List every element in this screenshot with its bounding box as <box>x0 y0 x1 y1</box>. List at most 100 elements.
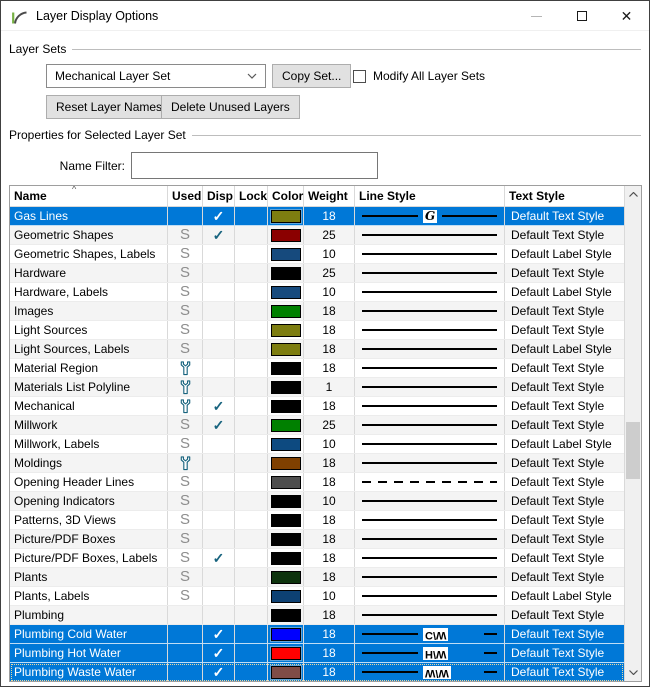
lock-toggle-cell[interactable] <box>235 568 268 586</box>
table-row[interactable]: Plumbing Waste Water ✓ 18 W/W Default Text S… <box>10 663 624 681</box>
text-style-cell[interactable]: Default Text Style <box>505 663 624 681</box>
column-header-name[interactable]: Name ^ <box>10 186 168 206</box>
text-style-cell[interactable]: Default Text Style <box>505 644 624 662</box>
layer-name-cell[interactable]: Millwork, Labels <box>10 435 168 453</box>
line-style-cell[interactable] <box>355 530 505 548</box>
display-toggle-cell[interactable] <box>203 435 235 453</box>
weight-cell[interactable]: 10 <box>304 283 355 301</box>
lock-toggle-cell[interactable] <box>235 625 268 643</box>
text-style-cell[interactable]: Default Text Style <box>505 302 624 320</box>
display-toggle-cell[interactable] <box>203 245 235 263</box>
text-style-cell[interactable]: Default Label Style <box>505 283 624 301</box>
text-style-cell[interactable]: Default Label Style <box>505 245 624 263</box>
color-cell[interactable] <box>268 340 304 358</box>
text-style-cell[interactable]: Default Text Style <box>505 549 624 567</box>
display-toggle-cell[interactable]: ✓ <box>203 644 235 662</box>
line-style-cell[interactable] <box>355 511 505 529</box>
line-style-cell[interactable] <box>355 473 505 491</box>
layer-name-cell[interactable]: Geometric Shapes <box>10 226 168 244</box>
line-style-cell[interactable] <box>355 397 505 415</box>
line-style-cell[interactable] <box>355 378 505 396</box>
weight-cell[interactable]: 10 <box>304 492 355 510</box>
table-row[interactable]: Moldings 18 Default Text Style <box>10 454 624 473</box>
column-header-line-style[interactable]: Line Style <box>355 186 505 206</box>
text-style-cell[interactable]: Default Label Style <box>505 435 624 453</box>
text-style-cell[interactable]: Default Text Style <box>505 359 624 377</box>
line-style-cell[interactable] <box>355 549 505 567</box>
text-style-cell[interactable]: Default Text Style <box>505 397 624 415</box>
display-toggle-cell[interactable]: ✓ <box>203 207 235 225</box>
weight-cell[interactable]: 18 <box>304 321 355 339</box>
color-swatch[interactable] <box>270 589 301 603</box>
lock-toggle-cell[interactable] <box>235 492 268 510</box>
text-style-cell[interactable]: Default Text Style <box>505 226 624 244</box>
text-style-cell[interactable]: Default Label Style <box>505 587 624 605</box>
line-style-cell[interactable] <box>355 435 505 453</box>
table-row[interactable]: Opening Indicators S 10 Default Text Style <box>10 492 624 511</box>
lock-toggle-cell[interactable] <box>235 454 268 472</box>
table-row[interactable]: Light Sources, Labels S 18 Default Label St… <box>10 340 624 359</box>
display-toggle-cell[interactable]: ✓ <box>203 416 235 434</box>
scroll-up-button[interactable] <box>625 186 641 203</box>
minimize-button[interactable] <box>514 1 559 31</box>
line-style-cell[interactable]: C/W <box>355 625 505 643</box>
color-cell[interactable] <box>268 606 304 624</box>
text-style-cell[interactable]: Default Text Style <box>505 606 624 624</box>
color-cell[interactable] <box>268 511 304 529</box>
text-style-cell[interactable]: Default Text Style <box>505 378 624 396</box>
line-style-cell[interactable]: H/W <box>355 644 505 662</box>
table-row[interactable]: Plants S 18 Default Text Style <box>10 568 624 587</box>
color-swatch[interactable] <box>270 570 301 584</box>
weight-cell[interactable]: 18 <box>304 302 355 320</box>
table-row[interactable]: Hardware S 25 Default Text Style <box>10 264 624 283</box>
weight-cell[interactable]: 1 <box>304 378 355 396</box>
display-toggle-cell[interactable] <box>203 587 235 605</box>
lock-toggle-cell[interactable] <box>235 226 268 244</box>
color-swatch[interactable] <box>270 608 301 622</box>
weight-cell[interactable]: 10 <box>304 245 355 263</box>
weight-cell[interactable]: 18 <box>304 473 355 491</box>
color-cell[interactable] <box>268 245 304 263</box>
text-style-cell[interactable]: Default Text Style <box>505 416 624 434</box>
color-swatch[interactable] <box>270 437 301 451</box>
color-cell[interactable] <box>268 454 304 472</box>
weight-cell[interactable]: 18 <box>304 511 355 529</box>
table-row[interactable]: Hardware, Labels S 10 Default Label Style <box>10 283 624 302</box>
display-toggle-cell[interactable] <box>203 321 235 339</box>
color-swatch[interactable] <box>270 228 301 242</box>
layer-name-cell[interactable]: Plants, Labels <box>10 587 168 605</box>
layer-name-cell[interactable]: Opening Header Lines <box>10 473 168 491</box>
color-swatch[interactable] <box>270 418 301 432</box>
lock-toggle-cell[interactable] <box>235 416 268 434</box>
line-style-cell[interactable] <box>355 416 505 434</box>
weight-cell[interactable]: 18 <box>304 454 355 472</box>
column-header-color[interactable]: Color <box>268 186 304 206</box>
text-style-cell[interactable]: Default Text Style <box>505 264 624 282</box>
layer-name-cell[interactable]: Materials List Polyline <box>10 378 168 396</box>
weight-cell[interactable]: 10 <box>304 435 355 453</box>
display-toggle-cell[interactable] <box>203 302 235 320</box>
weight-cell[interactable]: 18 <box>304 644 355 662</box>
scrollbar-thumb[interactable] <box>626 422 640 479</box>
lock-toggle-cell[interactable] <box>235 302 268 320</box>
reset-layer-names-button[interactable]: Reset Layer Names <box>46 95 173 119</box>
column-header-used[interactable]: Used <box>168 186 203 206</box>
display-toggle-cell[interactable] <box>203 378 235 396</box>
text-style-cell[interactable]: Default Text Style <box>505 568 624 586</box>
line-style-cell[interactable] <box>355 587 505 605</box>
layer-name-cell[interactable]: Hardware, Labels <box>10 283 168 301</box>
color-swatch[interactable] <box>270 380 301 394</box>
layer-set-dropdown[interactable]: Mechanical Layer Set <box>46 64 266 88</box>
layer-name-cell[interactable]: Mechanical <box>10 397 168 415</box>
weight-cell[interactable]: 25 <box>304 264 355 282</box>
display-toggle-cell[interactable]: ✓ <box>203 625 235 643</box>
color-cell[interactable] <box>268 283 304 301</box>
color-swatch[interactable] <box>270 247 301 261</box>
modify-all-checkbox[interactable] <box>353 69 366 83</box>
display-toggle-cell[interactable] <box>203 492 235 510</box>
color-swatch[interactable] <box>270 266 301 280</box>
color-cell[interactable] <box>268 207 304 225</box>
vertical-scrollbar[interactable] <box>624 186 641 681</box>
color-cell[interactable] <box>268 549 304 567</box>
color-cell[interactable] <box>268 264 304 282</box>
